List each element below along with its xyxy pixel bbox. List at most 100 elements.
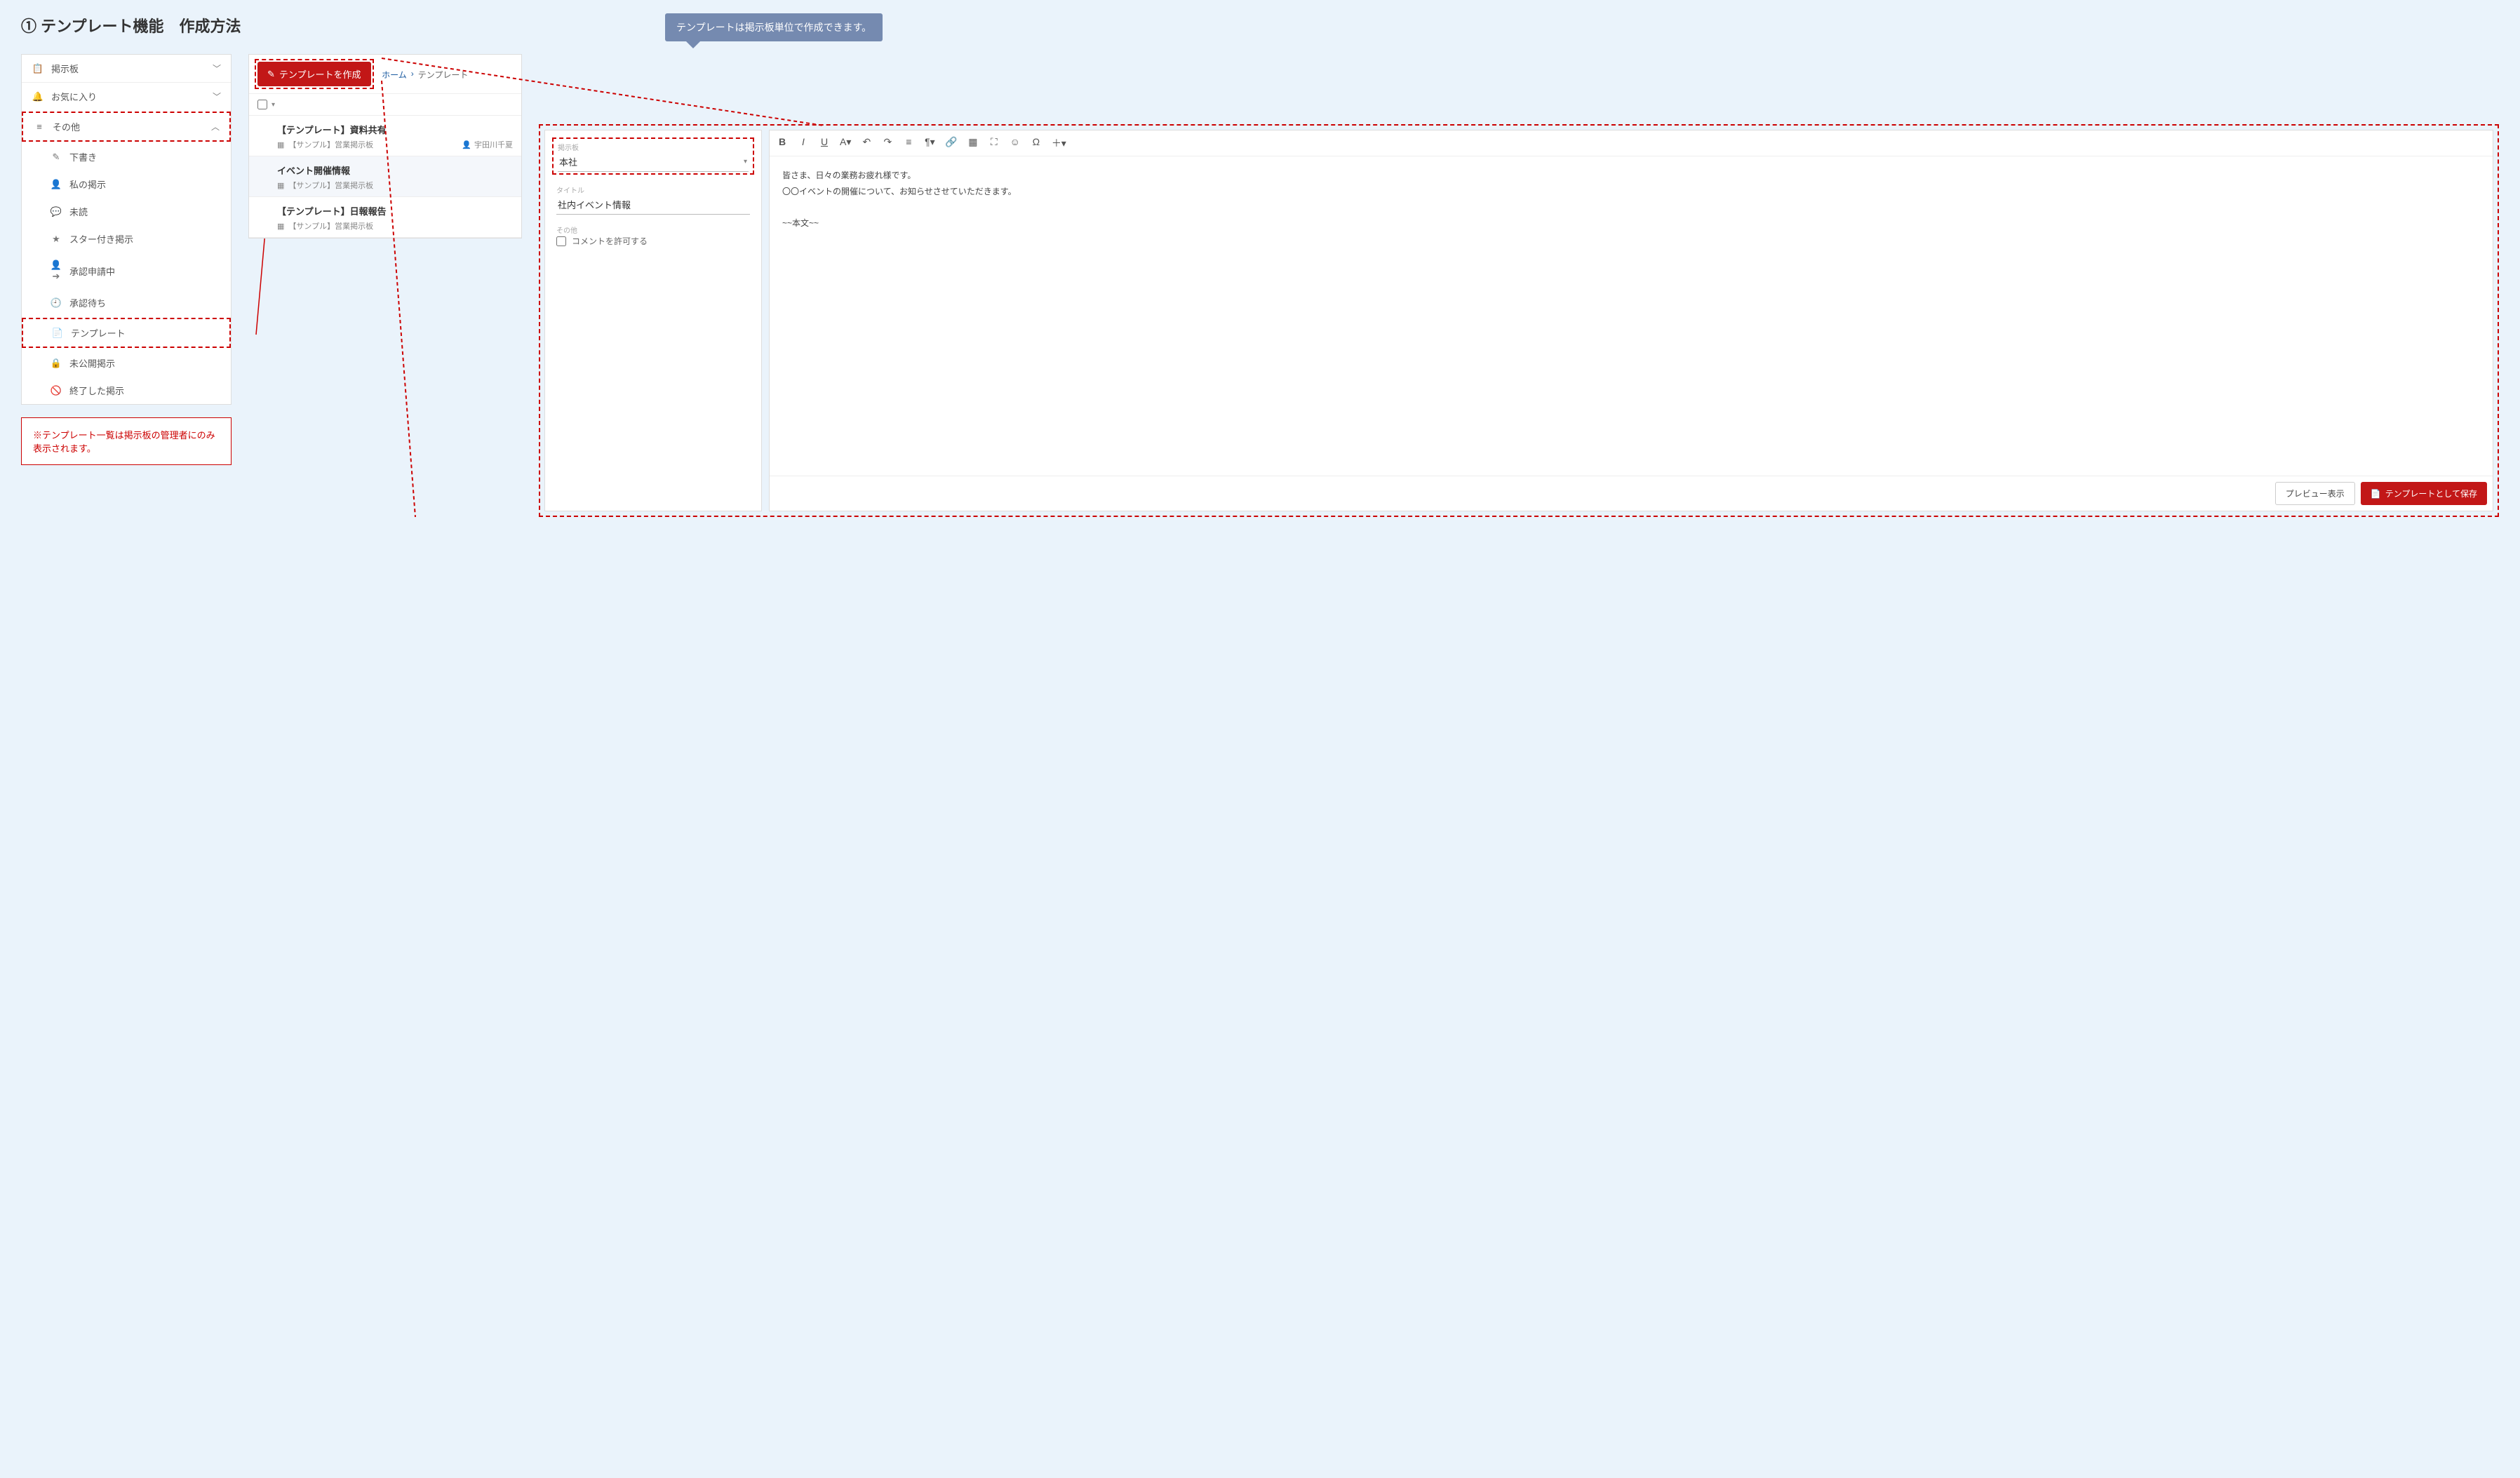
dropdown-caret-icon[interactable]: ▾ bbox=[272, 101, 275, 109]
title-input-value: 社内イベント情報 bbox=[558, 200, 631, 210]
clipboard-icon: 📋 bbox=[32, 63, 44, 74]
field-label-board: 掲示板 bbox=[558, 142, 749, 152]
board-select-value: 本社 bbox=[559, 155, 577, 168]
plus-icon[interactable]: ＋▾ bbox=[1052, 136, 1066, 150]
bold-icon[interactable]: B bbox=[777, 136, 788, 150]
table-icon[interactable]: ▦ bbox=[967, 136, 979, 150]
undo-icon[interactable]: ↶ bbox=[861, 136, 872, 150]
omega-icon[interactable]: Ω bbox=[1031, 136, 1042, 150]
editor-footer: プレビュー表示 📄 テンプレートとして保存 bbox=[770, 476, 2493, 511]
sidebar-item-other[interactable]: ≡ その他 ︿ bbox=[23, 113, 229, 140]
link-icon[interactable]: 🔗 bbox=[945, 136, 957, 150]
editor-line: ~~本文~~ bbox=[782, 215, 2480, 231]
star-icon: ★ bbox=[50, 234, 62, 245]
select-all-checkbox[interactable] bbox=[257, 100, 267, 109]
sidebar-item-label: その他 bbox=[53, 120, 80, 133]
template-title: 【テンプレート】資料共有 bbox=[277, 123, 513, 136]
save-template-button[interactable]: 📄 テンプレートとして保存 bbox=[2361, 482, 2487, 505]
field-label-title: タイトル bbox=[556, 184, 750, 195]
callout-bubble: テンプレートは掲示板単位で作成できます。 bbox=[665, 13, 883, 41]
person-arrow-icon: 👤➔ bbox=[50, 260, 62, 282]
title-input[interactable]: 社内イベント情報 bbox=[556, 195, 750, 215]
allow-comment-checkbox[interactable] bbox=[556, 236, 566, 246]
template-title: イベント開催情報 bbox=[277, 163, 513, 177]
board-icon: ▦ bbox=[277, 181, 284, 190]
pencil-icon: ✎ bbox=[50, 152, 62, 163]
template-row[interactable]: イベント開催情報 ▦ 【サンプル】営業掲示板 bbox=[249, 156, 521, 197]
form-panel: 掲示板 本社 ▾ タイトル 社内イベント情報 その他 bbox=[544, 130, 762, 511]
avatar-icon: 👤 bbox=[462, 140, 471, 149]
template-board: 【サンプル】営業掲示板 bbox=[288, 220, 373, 231]
redo-icon[interactable]: ↷ bbox=[882, 136, 893, 150]
sidebar-item-label: お気に入り bbox=[51, 90, 97, 103]
chevron-down-icon: ﹀ bbox=[213, 90, 221, 102]
sidebar-item-label: 承認待ち bbox=[69, 296, 106, 309]
template-row[interactable]: 【テンプレート】資料共有 ▦ 【サンプル】営業掲示板 👤 宇田川千夏 bbox=[249, 116, 521, 156]
sidebar-item-approval-req[interactable]: 👤➔ 承認申請中 bbox=[22, 253, 231, 289]
editor-line: 〇〇イベントの開催について、お知らせさせていただきます。 bbox=[782, 184, 2480, 200]
create-template-button[interactable]: ✎ テンプレートを作成 bbox=[257, 62, 371, 86]
emoji-icon[interactable]: ☺ bbox=[1010, 136, 1021, 150]
chevron-up-icon: ︿ bbox=[211, 121, 220, 133]
sidebar-item-label: 下書き bbox=[69, 150, 97, 163]
board-select[interactable]: 本社 ▾ bbox=[558, 152, 749, 172]
preview-button[interactable]: プレビュー表示 bbox=[2275, 482, 2355, 505]
sidebar-item-template[interactable]: 📄 テンプレート bbox=[23, 319, 229, 347]
sidebar-item-label: 承認申請中 bbox=[69, 264, 115, 278]
chat-icon: 💬 bbox=[50, 206, 62, 217]
button-label: テンプレートとして保存 bbox=[2385, 488, 2477, 499]
list-header: ▾ bbox=[249, 93, 521, 116]
breadcrumb-home[interactable]: ホーム bbox=[382, 69, 407, 81]
sidebar-item-mine[interactable]: 👤 私の掲示 bbox=[22, 170, 231, 198]
sidebar-item-unpublished[interactable]: 🔒 未公開掲示 bbox=[22, 349, 231, 377]
editor-line: 皆さま、日々の業務お疲れ様です。 bbox=[782, 168, 2480, 184]
fullscreen-icon[interactable]: ⛶ bbox=[988, 136, 1000, 150]
sidebar-item-label: 未公開掲示 bbox=[69, 356, 115, 370]
field-label-other: その他 bbox=[556, 224, 750, 235]
editor-toolbar: B I U A▾ ↶ ↷ ≡ ¶▾ 🔗 ▦ ⛶ ☺ Ω ＋▾ bbox=[770, 130, 2493, 156]
breadcrumb-sep: › bbox=[411, 69, 414, 81]
sidebar-item-label: 掲示板 bbox=[51, 62, 79, 75]
admin-note: ※テンプレート一覧は掲示板の管理者にのみ表示されます。 bbox=[21, 417, 232, 465]
sidebar-item-label: 未読 bbox=[69, 205, 88, 218]
underline-icon[interactable]: U bbox=[819, 136, 830, 150]
dropdown-caret-icon: ▾ bbox=[744, 158, 747, 166]
sidebar-item-unread[interactable]: 💬 未読 bbox=[22, 198, 231, 225]
sidebar-item-label: テンプレート bbox=[71, 326, 126, 340]
allow-comment-label: コメントを許可する bbox=[572, 235, 648, 247]
board-icon: ▦ bbox=[277, 222, 284, 231]
sidebar-item-label: スター付き掲示 bbox=[69, 232, 133, 246]
template-row[interactable]: 【テンプレート】日報報告 ▦ 【サンプル】営業掲示板 bbox=[249, 197, 521, 238]
editor-content[interactable]: 皆さま、日々の業務お疲れ様です。 〇〇イベントの開催について、お知らせさせていた… bbox=[770, 156, 2493, 476]
pencil-icon: ✎ bbox=[267, 69, 275, 80]
template-board: 【サンプル】営業掲示板 bbox=[288, 139, 373, 150]
menu-icon: ≡ bbox=[33, 121, 46, 132]
breadcrumb-current: テンプレート bbox=[418, 69, 469, 81]
file-icon: 📄 bbox=[51, 328, 64, 339]
eye-off-icon: 🚫 bbox=[50, 385, 62, 396]
align-icon[interactable]: ≡ bbox=[903, 136, 914, 150]
font-icon[interactable]: A▾ bbox=[840, 136, 851, 150]
page-title: ① テンプレート機能 作成方法 bbox=[21, 14, 2499, 36]
sidebar-item-label: 私の掲示 bbox=[69, 177, 106, 191]
sidebar-item-label: 終了した掲示 bbox=[69, 384, 124, 397]
board-icon: ▦ bbox=[277, 140, 284, 149]
person-icon: 👤 bbox=[50, 179, 62, 190]
paragraph-icon[interactable]: ¶▾ bbox=[924, 136, 935, 150]
sidebar-item-finished[interactable]: 🚫 終了した掲示 bbox=[22, 377, 231, 404]
breadcrumb: ホーム › テンプレート bbox=[382, 69, 468, 81]
sidebar: 📋 掲示板 ﹀ 🔔 お気に入り ﹀ ≡ その他 ︿ ✎ 下書き bbox=[21, 54, 232, 405]
file-icon: 📄 bbox=[2371, 489, 2381, 499]
sidebar-item-board[interactable]: 📋 掲示板 ﹀ bbox=[22, 55, 231, 82]
lock-icon: 🔒 bbox=[50, 358, 62, 369]
chevron-down-icon: ﹀ bbox=[213, 62, 221, 74]
bell-icon: 🔔 bbox=[32, 91, 44, 102]
sidebar-item-approval-wait[interactable]: 🕘 承認待ち bbox=[22, 289, 231, 316]
italic-icon[interactable]: I bbox=[798, 136, 809, 150]
sidebar-item-draft[interactable]: ✎ 下書き bbox=[22, 143, 231, 170]
sidebar-item-starred[interactable]: ★ スター付き掲示 bbox=[22, 225, 231, 253]
sidebar-item-favorite[interactable]: 🔔 お気に入り ﹀ bbox=[22, 83, 231, 110]
template-author: 宇田川千夏 bbox=[474, 139, 513, 150]
template-list-panel: ✎ テンプレートを作成 ホーム › テンプレート ▾ 【テンプレート】資料共有 … bbox=[248, 54, 522, 239]
allow-comment-row[interactable]: コメントを許可する bbox=[556, 235, 750, 247]
